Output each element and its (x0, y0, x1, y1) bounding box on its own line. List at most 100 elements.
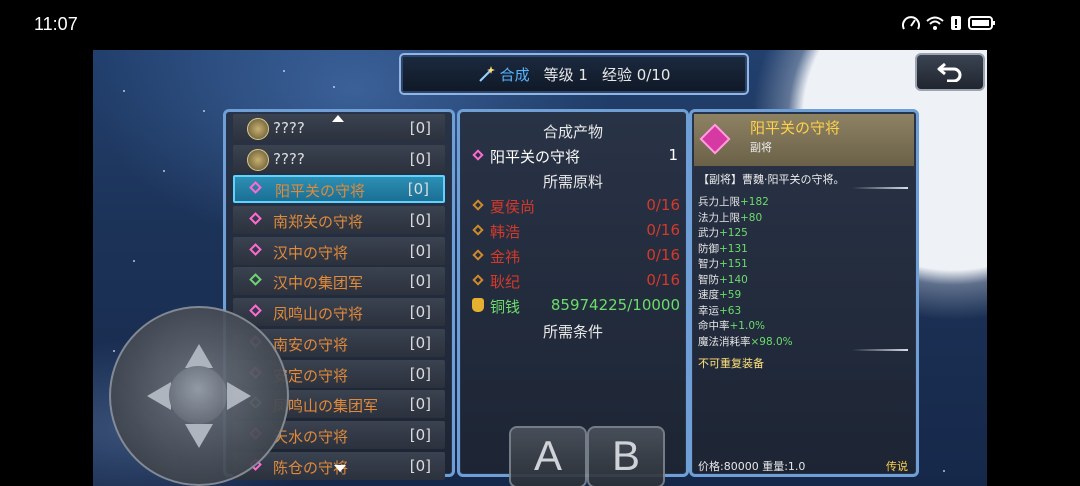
item-count: [0] (409, 456, 431, 475)
pink-diamond-icon (472, 149, 484, 161)
stat-row: 防御+131 (698, 242, 748, 255)
material-name: 韩浩 (490, 223, 521, 241)
recipe-panel: 合成产物 阳平关の守将 1 所需原料 夏侯尚 0/16 韩浩 0/16 金祎 0… (457, 109, 689, 477)
product-row: 阳平关の守将 1 (460, 146, 686, 168)
list-item[interactable]: 汉中の守将 [0] (233, 236, 445, 265)
wifi-icon (926, 15, 944, 31)
material-count: 0/16 (646, 246, 680, 264)
item-count: [0] (409, 303, 431, 322)
pink-diamond-icon (249, 212, 262, 225)
stat-list: 兵力上限+182 法力上限+80 武力+125 防御+131 智力+151 智防… (698, 194, 793, 349)
rainbow-diamond-icon (249, 273, 262, 287)
stat-row: 兵力上限+182 (698, 196, 769, 208)
item-detail-panel: 阳平关の守将 副将 【副将】曹魏·阳平关の守将。 兵力上限+182 法力上限+8… (689, 109, 919, 477)
product-qty: 1 (668, 146, 678, 164)
pink-diamond-icon (249, 242, 262, 256)
material-row: 夏侯尚 0/16 (460, 196, 686, 218)
money-bag-icon (472, 298, 484, 312)
detail-description: 【副将】曹魏·阳平关の守将。 (698, 173, 845, 186)
detail-subtitle: 副将 (750, 141, 772, 154)
item-count: [0] (409, 333, 431, 352)
item-name: 阳平关の守将 (275, 182, 366, 201)
craft-label: 合成 (499, 65, 530, 84)
coin-icon (247, 118, 269, 140)
battery-icon (968, 15, 996, 31)
stat-row: 速度+59 (698, 289, 742, 301)
material-row: 耿纪 0/16 (460, 271, 686, 293)
coin-row: 铜钱 85974225/10000 (460, 296, 686, 318)
item-count: [0] (409, 425, 431, 444)
b-button[interactable]: B (587, 426, 665, 486)
list-item[interactable]: ???? [0] (233, 144, 445, 173)
stat-row: 智防+140 (698, 273, 748, 286)
game-screen: 合成 等级 1 经验 0/10 ???? [0] ???? [0] 阳平关の守将… (93, 50, 987, 486)
item-name: ???? (273, 119, 305, 137)
material-name: 金祎 (490, 248, 521, 266)
stat-row: 命中率+1.0% (698, 320, 765, 332)
gem-icon (699, 123, 731, 155)
system-icons (902, 15, 996, 31)
divider (852, 349, 908, 351)
divider (852, 187, 908, 189)
wand-icon (478, 66, 495, 82)
detail-header: 阳平关の守将 副将 (694, 114, 914, 166)
back-arrow-icon (937, 62, 962, 82)
product-heading: 合成产物 (542, 123, 603, 141)
stat-row: 魔法消耗率×98.0% (698, 335, 793, 348)
material-name: 耿纪 (490, 273, 521, 291)
alert-icon (950, 15, 962, 31)
clock: 11:07 (34, 14, 78, 34)
stat-row: 智力+151 (698, 258, 748, 270)
item-count: [0] (409, 149, 431, 168)
list-item[interactable]: 南郑关の守将 [0] (233, 206, 445, 235)
price-weight: 价格:80000 重量:1.0 (698, 460, 806, 473)
material-count: 0/16 (646, 196, 680, 214)
rarity-label: 传说 (886, 460, 908, 473)
item-name: 汉中の守将 (273, 243, 349, 262)
item-count: [0] (409, 119, 431, 137)
list-item-selected[interactable]: 阳平关の守将 [0] (233, 175, 445, 204)
no-duplicate-notice: 不可重复装备 (698, 357, 764, 370)
material-count: 0/16 (646, 271, 680, 289)
item-count: [0] (407, 180, 429, 199)
a-button[interactable]: A (509, 426, 587, 486)
stat-row: 幸运+63 (698, 304, 742, 317)
item-count: [0] (409, 272, 431, 291)
item-name: 南郑关の守将 (273, 213, 364, 232)
material-count: 0/16 (646, 221, 680, 239)
item-count: [0] (409, 395, 431, 414)
materials-heading: 所需原料 (542, 173, 603, 191)
material-row: 韩浩 0/16 (460, 221, 686, 243)
craft-title: 合成 (478, 64, 530, 85)
gold-diamond-icon (472, 224, 484, 236)
gold-diamond-icon (472, 199, 484, 211)
joystick-knob[interactable] (169, 366, 227, 424)
gold-diamond-icon (472, 249, 484, 261)
product-name: 阳平关の守将 (490, 148, 581, 166)
item-count: [0] (409, 211, 431, 230)
speed-icon (902, 15, 920, 31)
item-name: ???? (273, 149, 305, 168)
status-bar: 11:07 (0, 0, 1080, 50)
scroll-up-icon[interactable] (332, 115, 344, 122)
stat-row: 武力+125 (698, 227, 748, 239)
item-count: [0] (409, 241, 431, 260)
back-button[interactable] (915, 53, 985, 91)
detail-title: 阳平关の守将 (750, 119, 841, 137)
coin-value: 85974225/10000 (550, 296, 680, 314)
conditions-heading: 所需条件 (542, 323, 603, 341)
coin-label: 铜钱 (490, 298, 521, 316)
material-name: 夏侯尚 (490, 198, 536, 216)
item-count: [0] (409, 364, 431, 383)
list-item[interactable]: 汉中の集团军 [0] (233, 267, 445, 296)
pink-diamond-icon (249, 181, 262, 195)
material-row: 金祎 0/16 (460, 246, 686, 268)
scroll-down-icon[interactable] (334, 465, 346, 472)
level-label: 等级 1 (543, 65, 588, 84)
gold-diamond-icon (472, 274, 484, 286)
item-name: 汉中の集团军 (273, 274, 364, 293)
virtual-joystick[interactable] (109, 306, 289, 486)
coin-icon (247, 148, 269, 171)
stat-row: 法力上限+80 (698, 211, 763, 224)
craft-header: 合成 等级 1 经验 0/10 (399, 53, 749, 95)
